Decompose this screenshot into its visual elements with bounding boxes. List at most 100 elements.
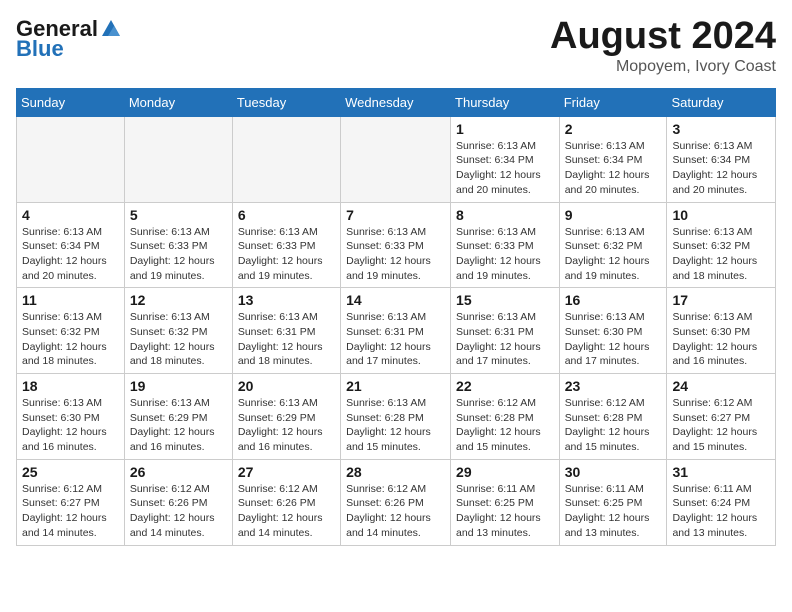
week-row-1: 1 Sunrise: 6:13 AM Sunset: 6:34 PM Daylig… — [17, 116, 776, 202]
month-title: August 2024 — [550, 16, 776, 58]
day-info: Sunrise: 6:13 AM Sunset: 6:30 PM Dayligh… — [22, 396, 119, 455]
day-info: Sunrise: 6:13 AM Sunset: 6:33 PM Dayligh… — [456, 225, 554, 284]
day-cell: 12 Sunrise: 6:13 AM Sunset: 6:32 PM Dayli… — [124, 288, 232, 374]
calendar-table: SundayMondayTuesdayWednesdayThursdayFrid… — [16, 88, 776, 546]
day-number: 20 — [238, 378, 335, 394]
day-cell: 14Sunrise: 6:13 AM Sunset: 6:31 PM Dayli… — [341, 288, 451, 374]
day-info: Sunrise: 6:13 AM Sunset: 6:30 PM Dayligh… — [672, 310, 770, 369]
day-info: Sunrise: 6:12 AM Sunset: 6:28 PM Dayligh… — [456, 396, 554, 455]
day-info: Sunrise: 6:13 AM Sunset: 6:33 PM Dayligh… — [346, 225, 445, 284]
day-cell: 5 Sunrise: 6:13 AM Sunset: 6:33 PM Daylig… — [124, 202, 232, 288]
day-info: Sunrise: 6:13 AM Sunset: 6:31 PM Dayligh… — [456, 310, 554, 369]
day-cell: 3Sunrise: 6:13 AM Sunset: 6:34 PM Daylig… — [667, 116, 776, 202]
day-number: 18 — [22, 378, 119, 394]
day-cell: 28 Sunrise: 6:12 AM Sunset: 6:26 PM Dayli… — [341, 459, 451, 545]
day-cell: 24 Sunrise: 6:12 AM Sunset: 6:27 PM Dayli… — [667, 374, 776, 460]
day-cell: 7 Sunrise: 6:13 AM Sunset: 6:33 PM Daylig… — [341, 202, 451, 288]
day-cell: 6 Sunrise: 6:13 AM Sunset: 6:33 PM Daylig… — [232, 202, 340, 288]
day-cell: 9 Sunrise: 6:13 AM Sunset: 6:32 PM Daylig… — [559, 202, 667, 288]
day-number: 1 — [456, 121, 554, 137]
day-info: Sunrise: 6:13 AM Sunset: 6:34 PM Dayligh… — [456, 139, 554, 198]
day-info: Sunrise: 6:13 AM Sunset: 6:29 PM Dayligh… — [238, 396, 335, 455]
day-number: 21 — [346, 378, 445, 394]
day-number: 6 — [238, 207, 335, 223]
day-info: Sunrise: 6:12 AM Sunset: 6:27 PM Dayligh… — [22, 482, 119, 541]
day-header-wednesday: Wednesday — [341, 88, 451, 116]
day-number: 25 — [22, 464, 119, 480]
day-number: 8 — [456, 207, 554, 223]
day-cell: 20 Sunrise: 6:13 AM Sunset: 6:29 PM Dayli… — [232, 374, 340, 460]
day-cell: 25 Sunrise: 6:12 AM Sunset: 6:27 PM Dayli… — [17, 459, 125, 545]
day-info: Sunrise: 6:13 AM Sunset: 6:32 PM Dayligh… — [130, 310, 227, 369]
day-info: Sunrise: 6:11 AM Sunset: 6:24 PM Dayligh… — [672, 482, 770, 541]
day-number: 4 — [22, 207, 119, 223]
day-info: Sunrise: 6:13 AM Sunset: 6:28 PM Dayligh… — [346, 396, 445, 455]
day-number: 10 — [672, 207, 770, 223]
day-cell — [341, 116, 451, 202]
day-info: Sunrise: 6:13 AM Sunset: 6:29 PM Dayligh… — [130, 396, 227, 455]
day-number: 27 — [238, 464, 335, 480]
day-cell: 17 Sunrise: 6:13 AM Sunset: 6:30 PM Dayli… — [667, 288, 776, 374]
day-header-tuesday: Tuesday — [232, 88, 340, 116]
day-cell: 2 Sunrise: 6:13 AM Sunset: 6:34 PM Daylig… — [559, 116, 667, 202]
day-info: Sunrise: 6:13 AM Sunset: 6:30 PM Dayligh… — [565, 310, 662, 369]
day-number: 26 — [130, 464, 227, 480]
logo: General Blue — [16, 16, 122, 62]
day-info: Sunrise: 6:12 AM Sunset: 6:26 PM Dayligh… — [130, 482, 227, 541]
day-cell: 15 Sunrise: 6:13 AM Sunset: 6:31 PM Dayli… — [451, 288, 560, 374]
day-cell: 30Sunrise: 6:11 AM Sunset: 6:25 PM Dayli… — [559, 459, 667, 545]
day-cell: 27Sunrise: 6:12 AM Sunset: 6:26 PM Dayli… — [232, 459, 340, 545]
day-number: 15 — [456, 292, 554, 308]
day-number: 24 — [672, 378, 770, 394]
day-cell: 4 Sunrise: 6:13 AM Sunset: 6:34 PM Daylig… — [17, 202, 125, 288]
day-number: 9 — [565, 207, 662, 223]
week-row-4: 18 Sunrise: 6:13 AM Sunset: 6:30 PM Dayli… — [17, 374, 776, 460]
day-cell: 22Sunrise: 6:12 AM Sunset: 6:28 PM Dayli… — [451, 374, 560, 460]
day-cell: 13 Sunrise: 6:13 AM Sunset: 6:31 PM Dayli… — [232, 288, 340, 374]
day-info: Sunrise: 6:13 AM Sunset: 6:31 PM Dayligh… — [238, 310, 335, 369]
day-cell — [232, 116, 340, 202]
week-row-5: 25 Sunrise: 6:12 AM Sunset: 6:27 PM Dayli… — [17, 459, 776, 545]
day-info: Sunrise: 6:13 AM Sunset: 6:33 PM Dayligh… — [130, 225, 227, 284]
week-row-3: 11Sunrise: 6:13 AM Sunset: 6:32 PM Dayli… — [17, 288, 776, 374]
day-number: 12 — [130, 292, 227, 308]
day-cell — [17, 116, 125, 202]
day-cell: 31 Sunrise: 6:11 AM Sunset: 6:24 PM Dayli… — [667, 459, 776, 545]
day-number: 7 — [346, 207, 445, 223]
day-info: Sunrise: 6:13 AM Sunset: 6:34 PM Dayligh… — [22, 225, 119, 284]
day-header-thursday: Thursday — [451, 88, 560, 116]
day-number: 29 — [456, 464, 554, 480]
day-number: 2 — [565, 121, 662, 137]
day-info: Sunrise: 6:12 AM Sunset: 6:26 PM Dayligh… — [346, 482, 445, 541]
day-info: Sunrise: 6:13 AM Sunset: 6:32 PM Dayligh… — [565, 225, 662, 284]
location-title: Mopoyem, Ivory Coast — [550, 58, 776, 76]
day-cell — [124, 116, 232, 202]
day-number: 16 — [565, 292, 662, 308]
day-info: Sunrise: 6:13 AM Sunset: 6:32 PM Dayligh… — [22, 310, 119, 369]
day-cell: 10 Sunrise: 6:13 AM Sunset: 6:32 PM Dayli… — [667, 202, 776, 288]
day-number: 31 — [672, 464, 770, 480]
day-info: Sunrise: 6:13 AM Sunset: 6:33 PM Dayligh… — [238, 225, 335, 284]
day-cell: 18 Sunrise: 6:13 AM Sunset: 6:30 PM Dayli… — [17, 374, 125, 460]
day-cell: 8 Sunrise: 6:13 AM Sunset: 6:33 PM Daylig… — [451, 202, 560, 288]
day-cell: 26 Sunrise: 6:12 AM Sunset: 6:26 PM Dayli… — [124, 459, 232, 545]
day-info: Sunrise: 6:12 AM Sunset: 6:28 PM Dayligh… — [565, 396, 662, 455]
day-number: 5 — [130, 207, 227, 223]
day-info: Sunrise: 6:13 AM Sunset: 6:32 PM Dayligh… — [672, 225, 770, 284]
day-cell: 21 Sunrise: 6:13 AM Sunset: 6:28 PM Dayli… — [341, 374, 451, 460]
day-cell: 1 Sunrise: 6:13 AM Sunset: 6:34 PM Daylig… — [451, 116, 560, 202]
day-number: 17 — [672, 292, 770, 308]
day-info: Sunrise: 6:12 AM Sunset: 6:27 PM Dayligh… — [672, 396, 770, 455]
day-info: Sunrise: 6:11 AM Sunset: 6:25 PM Dayligh… — [565, 482, 662, 541]
day-number: 19 — [130, 378, 227, 394]
header: General Blue August 2024 Mopoyem, Ivory … — [16, 16, 776, 76]
day-cell: 19 Sunrise: 6:13 AM Sunset: 6:29 PM Dayli… — [124, 374, 232, 460]
day-cell: 16 Sunrise: 6:13 AM Sunset: 6:30 PM Dayli… — [559, 288, 667, 374]
day-cell: 11Sunrise: 6:13 AM Sunset: 6:32 PM Dayli… — [17, 288, 125, 374]
day-number: 14 — [346, 292, 445, 308]
day-info: Sunrise: 6:13 AM Sunset: 6:34 PM Dayligh… — [565, 139, 662, 198]
logo-icon — [100, 18, 122, 40]
day-number: 28 — [346, 464, 445, 480]
day-number: 13 — [238, 292, 335, 308]
day-headers-row: SundayMondayTuesdayWednesdayThursdayFrid… — [17, 88, 776, 116]
